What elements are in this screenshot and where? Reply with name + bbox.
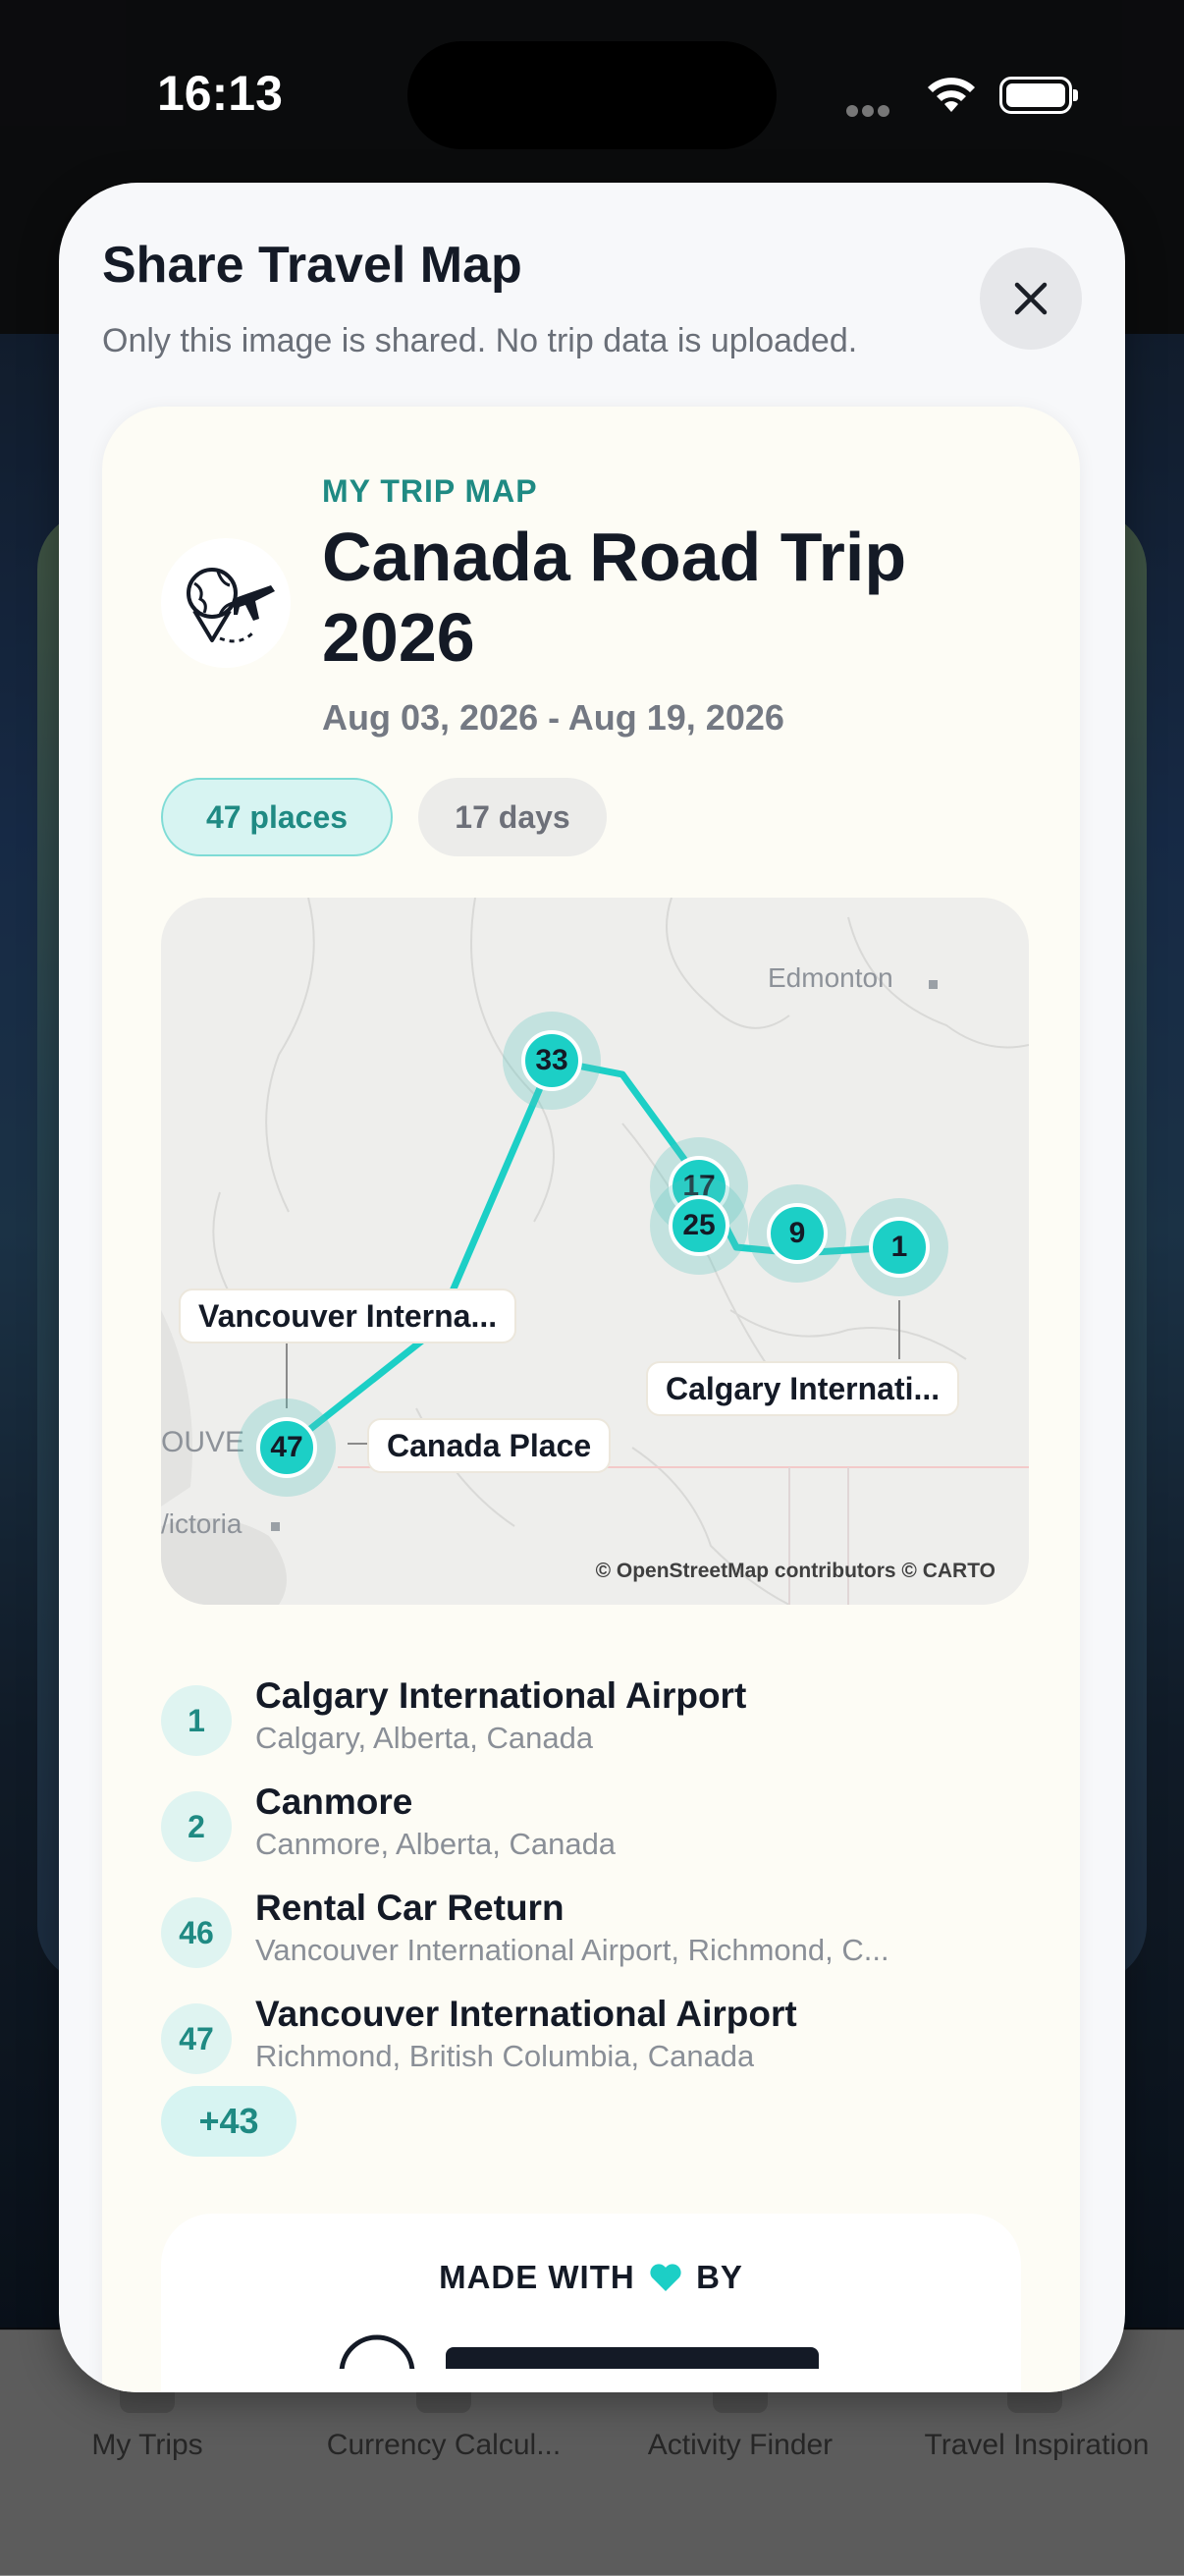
- sheet-subtitle: Only this image is shared. No trip data …: [102, 322, 858, 359]
- stop-number: 1: [161, 1685, 232, 1756]
- days-count-chip: 17 days: [418, 778, 607, 856]
- trip-avatar: [161, 538, 291, 668]
- share-image-card: MY TRIP MAP Canada Road Trip 2026 Aug 03…: [102, 407, 1080, 2392]
- stop-name: Calgary International Airport: [255, 1675, 747, 1716]
- made-with-suffix: BY: [696, 2259, 743, 2295]
- globe-airplane-icon: [187, 568, 275, 643]
- sheet-title: Share Travel Map: [102, 237, 522, 294]
- stop-number: 47: [161, 2003, 232, 2074]
- card-eyebrow: MY TRIP MAP: [322, 473, 538, 509]
- cellular-signal-icon: [846, 104, 907, 117]
- list-item: 46 Rental Car Return Vancouver Internati…: [161, 1888, 1045, 1986]
- map-label-edmonton: Edmonton: [768, 962, 893, 993]
- stop-number: 46: [161, 1897, 232, 1968]
- stop-number: 2: [161, 1791, 232, 1862]
- made-with-text: MADE WITH BY: [161, 2259, 1021, 2296]
- map-label-victoria: /ictoria: [161, 1508, 242, 1539]
- more-stops-chip: +43: [161, 2086, 296, 2157]
- map-cluster-9[interactable]: 9: [748, 1184, 846, 1283]
- list-item: 1 Calgary International Airport Calgary,…: [161, 1675, 1045, 1774]
- trip-map: Edmonton OUVE /ictoria 33 17 25 9 1 47 V…: [161, 898, 1029, 1605]
- map-label-vancouver: OUVE: [161, 1426, 245, 1458]
- map-cluster-33[interactable]: 33: [503, 1012, 601, 1110]
- stop-address: Richmond, British Columbia, Canada: [255, 2039, 755, 2073]
- stop-address: Calgary, Alberta, Canada: [255, 1721, 594, 1755]
- stop-name: Vancouver International Airport: [255, 1994, 797, 2034]
- stop-name: Canmore: [255, 1781, 413, 1822]
- map-cluster-25[interactable]: 25: [650, 1177, 748, 1275]
- stop-address: Canmore, Alberta, Canada: [255, 1827, 617, 1861]
- map-cluster-47[interactable]: 47: [238, 1398, 336, 1497]
- list-item: 2 Canmore Canmore, Alberta, Canada: [161, 1781, 1045, 1880]
- made-with-prefix: MADE WITH: [439, 2259, 635, 2295]
- list-item: 47 Vancouver International Airport Richm…: [161, 1994, 1045, 2092]
- trip-title: Canada Road Trip 2026: [322, 519, 907, 676]
- map-attribution: © OpenStreetMap contributors © CARTO: [595, 1560, 996, 1582]
- map-callout-canada-place: Canada Place: [367, 1418, 612, 1473]
- heart-icon: [650, 2264, 681, 2291]
- trip-dates: Aug 03, 2026 - Aug 19, 2026: [322, 697, 784, 738]
- app-logo: [339, 2334, 819, 2369]
- battery-icon: [999, 77, 1078, 114]
- share-travel-map-sheet: Share Travel Map Only this image is shar…: [59, 183, 1125, 2392]
- dynamic-island: [407, 41, 777, 149]
- places-count-chip: 47 places: [161, 778, 393, 856]
- stop-address: Vancouver International Airport, Richmon…: [255, 1933, 889, 1967]
- stop-name: Rental Car Return: [255, 1888, 565, 1928]
- map-callout-vancouver-airport: Vancouver Interna...: [179, 1288, 517, 1343]
- made-with-footer: MADE WITH BY: [161, 2214, 1021, 2392]
- map-cluster-1[interactable]: 1: [850, 1198, 948, 1296]
- status-time: 16:13: [157, 66, 283, 121]
- close-icon: [1014, 282, 1048, 315]
- close-button[interactable]: [980, 247, 1082, 350]
- map-callout-calgary-airport: Calgary Internati...: [646, 1361, 960, 1416]
- wifi-icon: [928, 78, 975, 112]
